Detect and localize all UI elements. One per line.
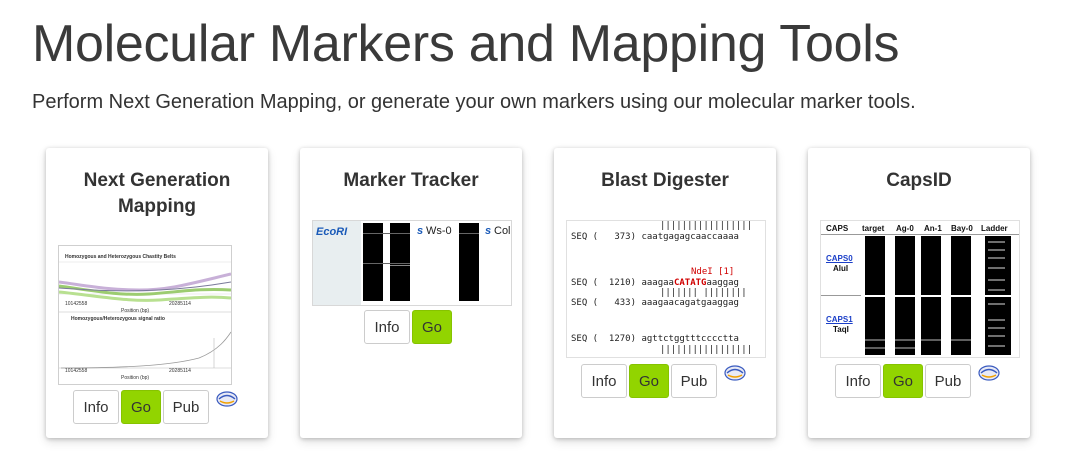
- restriction-site: CATATG: [673, 278, 707, 288]
- ladder-bands: [988, 241, 1005, 347]
- column-header: CAPS: [826, 224, 849, 233]
- plot2-title: Homozygous/Heterozygous signal ratio: [71, 316, 165, 322]
- lane-sample-prefix: s: [417, 225, 424, 237]
- lane-label-col: Col: [494, 225, 511, 237]
- info-button[interactable]: Info: [73, 390, 119, 424]
- go-button[interactable]: Go: [883, 364, 923, 398]
- pub-button[interactable]: Pub: [925, 364, 971, 398]
- lane-label-ws0: Ws-0: [426, 225, 452, 237]
- page-title: Molecular Markers and Mapping Tools: [32, 15, 900, 73]
- go-button[interactable]: Go: [629, 364, 669, 398]
- caps-enzyme: AluI: [833, 264, 849, 273]
- plot2-tick-left: 10142558: [65, 368, 88, 374]
- gel-band: [363, 263, 410, 264]
- column-header: Bay-0: [951, 224, 973, 233]
- plot1-xlabel: Position (bp): [121, 308, 150, 314]
- column-header: target: [862, 224, 885, 233]
- blast-digester-thumbnail[interactable]: ||||||||||||||||| SEQ ( 373) caatgagagca…: [566, 220, 766, 358]
- publication-icon[interactable]: [723, 363, 747, 383]
- enzyme-site-label: NdeI [1]: [691, 267, 735, 277]
- gel-band: [363, 233, 410, 234]
- alignment-ticks: |||||||||||||||||: [660, 345, 753, 355]
- gel-lane: [363, 223, 383, 301]
- go-button[interactable]: Go: [412, 310, 452, 344]
- card-title: CapsID: [886, 170, 952, 191]
- plot2-tick-right: 20285114: [169, 368, 191, 374]
- card-title: Next Generation Mapping: [83, 170, 231, 217]
- info-button[interactable]: Info: [581, 364, 627, 398]
- column-header: Ag-0: [896, 224, 914, 233]
- caps-marker-link[interactable]: CAPS1: [826, 315, 853, 324]
- pub-button[interactable]: Pub: [671, 364, 717, 398]
- column-header: An-1: [924, 224, 942, 233]
- marker-tracker-button-row: Info Go: [364, 310, 454, 344]
- alignment-ticks: ||||||| ||||||||: [660, 288, 747, 298]
- gel-lane: [390, 223, 410, 301]
- capsid-thumbnail[interactable]: CAPS target Ag-0 An-1 Bay-0 Ladder CAPS0…: [820, 220, 1020, 358]
- card-title: Blast Digester: [601, 170, 729, 191]
- card-marker-tracker: Marker Tracker EcoRI s Ws-0 s Col Info G…: [300, 148, 522, 438]
- enzyme-label: EcoRI: [316, 226, 348, 238]
- alignment-ticks: |||||||||||||||||: [660, 221, 753, 231]
- publication-icon[interactable]: [977, 363, 1001, 383]
- column-header: Ladder: [981, 224, 1008, 233]
- marker-tracker-thumbnail[interactable]: EcoRI s Ws-0 s Col: [312, 220, 512, 306]
- page-subtitle: Perform Next Generation Mapping, or gene…: [32, 91, 916, 113]
- sample-bands: [865, 339, 971, 349]
- header-divider: [821, 234, 1019, 235]
- info-button[interactable]: Info: [364, 310, 410, 344]
- capsid-button-row: Info Go Pub: [835, 364, 1001, 398]
- sequence-row: SEQ ( 1270) agttctggtttcccctta: [571, 334, 739, 344]
- caps-enzyme: TaqI: [833, 325, 849, 334]
- signal-ratio-plot: [59, 331, 231, 369]
- sequence-row-with-site: SEQ ( 1210) aaagaaCATATGaaggag: [571, 278, 739, 288]
- card-blast-digester: Blast Digester ||||||||||||||||| SEQ ( 3…: [554, 148, 776, 438]
- row-divider: [821, 295, 861, 296]
- publication-icon[interactable]: [215, 389, 239, 409]
- card-next-generation-mapping: Next Generation Mapping Homozygous and H…: [46, 148, 268, 438]
- gel-lane: [459, 223, 479, 301]
- card-title: Marker Tracker: [343, 170, 479, 191]
- blast-digester-button-row: Info Go Pub: [581, 364, 747, 398]
- lane-sample-prefix: s: [485, 225, 492, 237]
- caps-marker-link[interactable]: CAPS0: [826, 254, 853, 263]
- card-capsid: CapsID CAPS target Ag-0 An-1 Bay-0 Ladde…: [808, 148, 1030, 438]
- go-button[interactable]: Go: [121, 390, 161, 424]
- plot1-tick-left: 10142558: [65, 301, 88, 307]
- gel-band: [390, 265, 410, 266]
- ngm-thumbnail[interactable]: Homozygous and Heterozygous Chastity Bel…: [58, 245, 232, 385]
- sequence-row: SEQ ( 373) caatgagagcaaccaaaa: [571, 232, 739, 242]
- info-button[interactable]: Info: [835, 364, 881, 398]
- plot2-xlabel: Position (bp): [121, 375, 150, 381]
- gel-band: [459, 233, 479, 234]
- sequence-row: SEQ ( 433) aaagaacagatgaaggag: [571, 298, 739, 308]
- ngm-button-row: Info Go Pub: [73, 390, 239, 424]
- pub-button[interactable]: Pub: [163, 390, 209, 424]
- plot1-tick-right: 20285114: [169, 301, 191, 307]
